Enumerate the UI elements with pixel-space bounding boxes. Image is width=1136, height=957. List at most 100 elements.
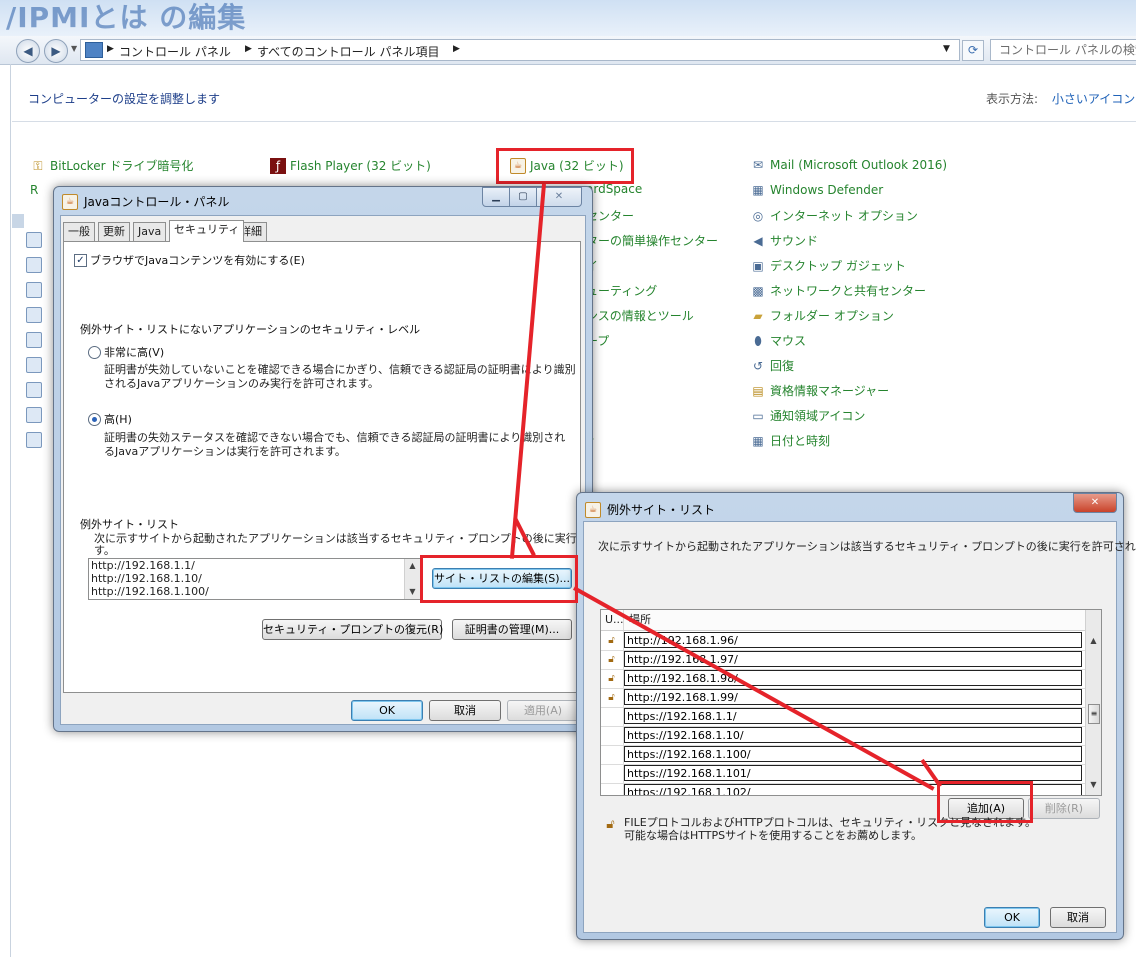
address-bar: ◀ ▶ ▼ ▶ コントロール パネル ▶ すべてのコントロール パネル項目 ▶ … [0, 36, 1136, 65]
breadcrumb-item-control-panel[interactable]: コントロール パネル [119, 43, 231, 60]
site-url-cell[interactable]: http://192.168.1.98/ [624, 670, 1082, 686]
refresh-icon[interactable]: ⟳ [962, 40, 984, 61]
scroll-up-icon[interactable]: ▲ [405, 559, 420, 573]
tab-general[interactable]: 一般 [63, 222, 95, 241]
cp-item-date-time[interactable]: ▦ 日付と時刻 [750, 432, 830, 449]
background-title: /IPMIとは の編集 [6, 1, 247, 34]
display-icon [26, 257, 42, 273]
tab-security[interactable]: セキュリティ [169, 220, 245, 242]
cp-item-center[interactable]: センター [586, 207, 634, 224]
cp-item-troubleshooting[interactable]: ューティング [586, 282, 657, 299]
table-row[interactable]: https://192.168.1.100/ [601, 745, 1085, 765]
cp-item-label: インターネット オプション [770, 209, 918, 223]
forward-button[interactable]: ▶ [44, 39, 68, 63]
font-icon [26, 332, 42, 348]
java-icon: ☕ [585, 501, 601, 518]
globe-icon: ◎ [752, 208, 764, 223]
lock-cell: 🔓︎ [601, 650, 624, 669]
table-row[interactable]: 🔓︎ http://192.168.1.97/ [601, 650, 1085, 670]
cp-item-label: フォルダー オプション [770, 309, 894, 323]
table-row[interactable]: https://192.168.1.1/ [601, 707, 1085, 727]
cp-item-bitlocker[interactable]: ⚿ BitLocker ドライブ暗号化 [30, 157, 193, 174]
cp-item-performance[interactable]: ンスの情報とツール [586, 307, 694, 324]
cp-item-sound[interactable]: ◀ サウンド [750, 232, 818, 249]
cp-item-mouse[interactable]: ⬮ マウス [750, 332, 806, 349]
site-url-cell[interactable]: http://192.168.1.99/ [624, 689, 1082, 705]
table-body: 🔓︎ http://192.168.1.96/🔓︎ http://192.168.1… [601, 631, 1085, 795]
table-row[interactable]: 🔓︎ http://192.168.1.98/ [601, 669, 1085, 689]
divider [12, 121, 1136, 122]
breadcrumb-separator-icon: ▶ [453, 44, 460, 54]
high-radio[interactable] [88, 413, 101, 426]
cp-item-credential-manager[interactable]: ▤ 資格情報マネージャー [750, 382, 889, 399]
user-icon [26, 232, 42, 248]
scroll-down-icon[interactable]: ▼ [1086, 778, 1101, 792]
cp-item-label: Windows Defender [770, 183, 884, 197]
tab-update[interactable]: 更新 [98, 222, 130, 241]
enable-java-checkbox[interactable]: ✓ [74, 254, 87, 267]
ok-button[interactable]: OK [984, 907, 1040, 928]
manage-certificates-button[interactable]: 証明書の管理(M)... [452, 619, 572, 640]
unlocked-padlock-icon: 🔓︎ [608, 635, 615, 646]
very-high-desc-1: 証明書が失効していないことを確認できる場合にかぎり、信頼できる認証局の証明書によ… [104, 363, 576, 376]
list-scrollbar[interactable]: ▲ ▼ [404, 559, 420, 599]
cp-item-label: 回復 [770, 359, 795, 373]
tab-strip: 一般 更新 Java セキュリティ 詳細 [63, 220, 363, 242]
cp-item-internet-options[interactable]: ◎ インターネット オプション [750, 207, 918, 224]
cp-item-gadgets[interactable]: ▣ デスクトップ ガジェット [750, 257, 906, 274]
cp-item-label: サウンド [770, 234, 819, 248]
scroll-thumb[interactable]: ≡ [1088, 704, 1100, 724]
maximize-button[interactable]: ▢ [509, 187, 537, 207]
credential-icon: ▤ [752, 383, 764, 398]
breadcrumb[interactable]: ▶ コントロール パネル ▶ すべてのコントロール パネル項目 ▶ ▼ [80, 39, 960, 61]
close-button[interactable]: ✕ [1073, 493, 1117, 513]
site-table[interactable]: U... 場所 🔓︎ http://192.168.1.96/🔓︎ http://1… [600, 609, 1102, 796]
ok-button[interactable]: OK [351, 700, 423, 721]
history-dropdown-icon[interactable]: ▼ [71, 44, 77, 53]
cancel-button[interactable]: 取消 [1050, 907, 1106, 928]
cp-item-mail[interactable]: ✉ Mail (Microsoft Outlook 2016) [750, 157, 947, 173]
lock-cell [601, 726, 624, 745]
cp-item-defender[interactable]: ▦ Windows Defender [750, 182, 883, 198]
cp-item-ease-of-access[interactable]: ターの簡単操作センター [586, 232, 718, 249]
search-input[interactable]: コントロール パネルの検索 [990, 39, 1136, 61]
java-control-panel-dialog: ☕ Javaコントロール・パネル ▁ ▢ ✕ 一般 更新 Java セキュリティ… [53, 186, 643, 732]
site-url-cell[interactable]: http://192.168.1.96/ [624, 632, 1082, 648]
key-icon: ⚿ [33, 158, 43, 173]
remove-button[interactable]: 削除(R) [1028, 798, 1100, 819]
tab-java[interactable]: Java [133, 222, 167, 241]
cp-item-notification-icons[interactable]: ▭ 通知領域アイコン [750, 407, 865, 424]
people-icon [26, 357, 42, 373]
unlocked-padlock-icon: 🔓︎ [606, 817, 615, 832]
back-button[interactable]: ◀ [16, 39, 40, 63]
view-by-selector[interactable]: 小さいアイコン [1052, 92, 1135, 106]
lock-cell [601, 783, 624, 795]
task-icon [26, 407, 42, 423]
site-url-cell[interactable]: https://192.168.1.1/ [624, 708, 1082, 724]
cp-item-network-center[interactable]: ▩ ネットワークと共有センター [750, 282, 926, 299]
site-url-cell[interactable]: https://192.168.1.100/ [624, 746, 1082, 762]
cp-item-folder-options[interactable]: ▰ フォルダー オプション [750, 307, 894, 324]
very-high-radio[interactable] [88, 346, 101, 359]
breadcrumb-item-all-items[interactable]: すべてのコントロール パネル項目 [257, 43, 440, 60]
cp-item-cardspace[interactable]: ardSpace [586, 182, 642, 196]
minimize-button[interactable]: ▁ [482, 187, 510, 207]
table-row[interactable]: 🔓︎ http://192.168.1.99/ [601, 688, 1085, 708]
table-scrollbar[interactable]: ▲ ≡ ▼ [1085, 610, 1101, 795]
restore-prompts-button[interactable]: セキュリティ・プロンプトの復元(R) [262, 619, 443, 640]
exception-site-list[interactable]: http://192.168.1.1/ http://192.168.1.10/… [88, 558, 421, 600]
site-url-cell[interactable]: https://192.168.1.101/ [624, 765, 1082, 781]
mail-icon: ✉ [752, 158, 764, 172]
site-url-cell[interactable]: https://192.168.1.10/ [624, 727, 1082, 743]
scroll-up-icon[interactable]: ▲ [1086, 634, 1101, 648]
cp-item-label: 資格情報マネージャー [770, 384, 890, 398]
highlight-java-item [496, 148, 634, 184]
address-dropdown-icon[interactable]: ▼ [943, 44, 950, 54]
device-icon [26, 282, 42, 298]
cp-item-recovery[interactable]: ↺ 回復 [750, 357, 794, 374]
apply-button[interactable]: 適用(A) [507, 700, 579, 721]
network-icon: ▩ [752, 283, 764, 298]
cancel-button[interactable]: 取消 [429, 700, 501, 721]
scroll-down-icon[interactable]: ▼ [405, 585, 420, 599]
cp-item-flash-player[interactable]: ƒ Flash Player (32 ビット) [270, 157, 431, 174]
